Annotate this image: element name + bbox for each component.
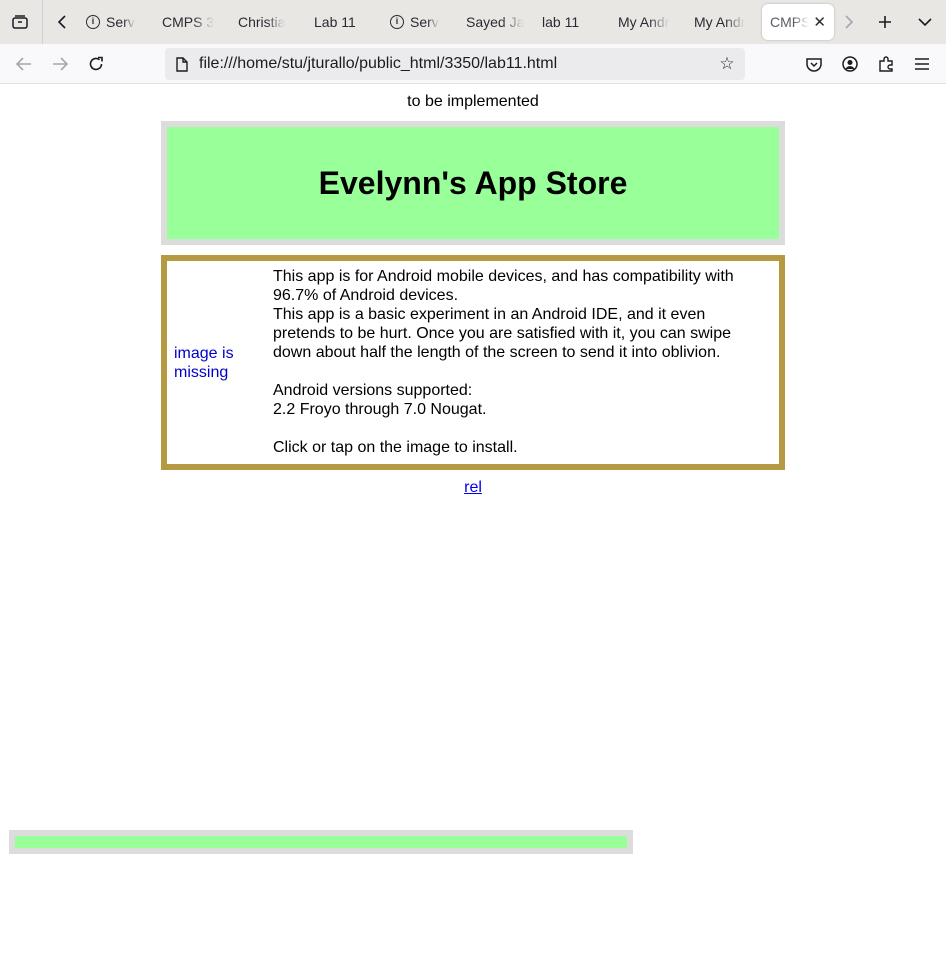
rel-link-text[interactable]: rel [464, 479, 482, 496]
tab-3[interactable]: Christia [230, 0, 306, 44]
tab-label: Lab 11 [314, 14, 356, 30]
tab-label: Serv [410, 14, 439, 30]
info-icon: i [390, 15, 404, 29]
star-icon[interactable]: ☆ [715, 52, 739, 76]
tab-4[interactable]: Lab 11 [306, 0, 382, 44]
back-icon[interactable] [6, 46, 42, 82]
nav-bar: file:///home/stu/jturallo/public_html/33… [0, 44, 946, 84]
progress-bar [9, 830, 633, 854]
tab-overview-icon[interactable] [2, 4, 38, 40]
tab-list: i Serv CMPS 3 Christia Lab 11 i Serv Say… [78, 0, 834, 44]
install-hint: Click or tap on the image to install. [273, 439, 518, 456]
tab-label: My Andr [618, 14, 670, 30]
app-description: This app is for Android mobile devices, … [273, 267, 763, 457]
impl-note: to be implemented [407, 93, 539, 110]
tab-label: Christia [238, 14, 286, 30]
tab-6[interactable]: Sayed Ja [458, 0, 534, 44]
tab-label: CMPS 3 [162, 14, 215, 30]
versions-value: 2.2 Froyo through 7.0 Nougat. [273, 401, 487, 418]
tab-active[interactable]: CMPS 3 ✕ [762, 4, 834, 40]
menu-icon[interactable] [904, 46, 940, 82]
tab-label: My Andr [694, 14, 746, 30]
tab-9[interactable]: My Andr [686, 0, 762, 44]
app-image-missing[interactable]: image is missing [174, 344, 254, 382]
desc-experiment: This app is a basic experiment in an And… [273, 306, 732, 361]
tab-divider [42, 0, 43, 44]
info-icon: i [86, 15, 100, 29]
tab-1[interactable]: i Serv [78, 0, 154, 44]
desc-compatibility: This app is for Android mobile devices, … [273, 268, 734, 304]
versions-label: Android versions supported: [273, 382, 473, 399]
rel-link[interactable]: rel [0, 479, 946, 497]
tab-8[interactable]: My Andr [610, 0, 686, 44]
list-all-tabs-icon[interactable] [907, 4, 943, 40]
chevron-left-icon[interactable] [44, 4, 80, 40]
chevron-right-icon[interactable] [831, 4, 867, 40]
tab-bar: i Serv CMPS 3 Christia Lab 11 i Serv Say… [0, 0, 946, 44]
extensions-icon[interactable] [868, 46, 904, 82]
forward-icon[interactable] [42, 46, 78, 82]
pocket-icon[interactable] [796, 46, 832, 82]
account-icon[interactable] [832, 46, 868, 82]
app-card: image is missing This app is for Android… [161, 255, 785, 470]
reload-icon[interactable] [78, 46, 114, 82]
tab-label: CMPS 3 [770, 14, 810, 30]
tab-5[interactable]: i Serv [382, 0, 458, 44]
url-text[interactable]: file:///home/stu/jturallo/public_html/33… [199, 55, 557, 73]
tab-label: Sayed Ja [466, 14, 525, 30]
tab-7[interactable]: lab 11 [534, 0, 610, 44]
store-header: Evelynn's App Store [161, 121, 785, 245]
close-icon[interactable]: ✕ [813, 13, 826, 31]
new-tab-icon[interactable] [867, 4, 903, 40]
page-content: to be implemented Evelynn's App Store im… [0, 85, 946, 967]
page-icon [165, 56, 199, 72]
progress-fill [15, 836, 627, 848]
url-bar[interactable]: file:///home/stu/jturallo/public_html/33… [165, 48, 745, 80]
store-header-inner: Evelynn's App Store [167, 127, 779, 239]
tab-label: Serv [106, 14, 135, 30]
tab-2[interactable]: CMPS 3 [154, 0, 230, 44]
tab-label: lab 11 [542, 14, 580, 30]
store-title: Evelynn's App Store [318, 164, 628, 201]
